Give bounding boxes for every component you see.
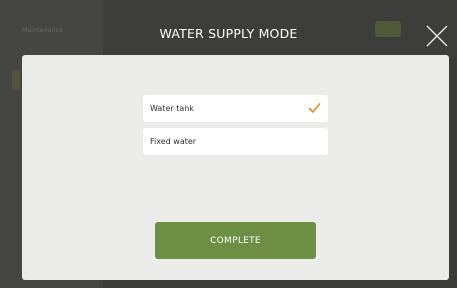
option-water-tank[interactable]: Water tank xyxy=(143,95,328,122)
complete-button[interactable]: COMPLETE xyxy=(155,222,316,259)
close-icon xyxy=(426,25,448,47)
checkmark-icon xyxy=(308,103,321,113)
option-fixed-water[interactable]: Fixed water xyxy=(143,128,328,155)
option-label: Water tank xyxy=(150,104,194,113)
dialog-title: WATER SUPPLY MODE xyxy=(159,26,298,41)
close-button[interactable] xyxy=(425,24,449,48)
dialog-panel: Water tank Fixed water COMPLETE xyxy=(22,55,449,280)
background-sidebar-item xyxy=(12,70,20,90)
option-label: Fixed water xyxy=(150,137,197,146)
